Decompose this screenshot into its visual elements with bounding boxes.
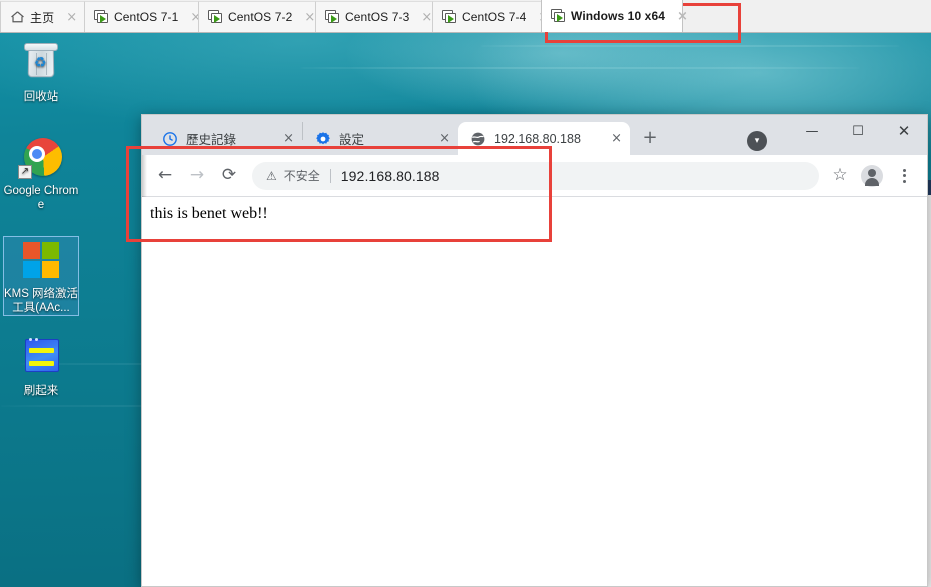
browser-tab-label: 歷史記錄 bbox=[186, 133, 237, 147]
vmware-tab-close-icon[interactable]: × bbox=[675, 10, 690, 23]
minimize-button[interactable]: — bbox=[789, 115, 835, 147]
vmware-tab-close-icon[interactable]: × bbox=[64, 11, 79, 24]
three-dots-icon bbox=[894, 168, 914, 183]
maximize-button[interactable]: ☐ bbox=[835, 115, 881, 147]
vmware-tab-label: CentOS 7-2 bbox=[228, 10, 293, 24]
security-status-label: 不安全 bbox=[283, 169, 320, 183]
desktop-icon-kms-tool[interactable]: KMS 网络激活工具(AAc... bbox=[3, 236, 79, 316]
vmware-tab-centos-7-2[interactable]: CentOS 7-2 × bbox=[198, 1, 316, 32]
virtual-machine-icon bbox=[551, 9, 566, 23]
bookmark-star-icon[interactable]: ☆ bbox=[825, 161, 855, 191]
avatar-icon bbox=[861, 164, 883, 187]
virtual-machine-icon bbox=[94, 10, 109, 24]
browser-tab-label: 設定 bbox=[339, 133, 365, 147]
globe-icon bbox=[470, 131, 486, 147]
vmware-tab-centos-7-4[interactable]: CentOS 7-4 × bbox=[432, 1, 549, 32]
virtual-machine-icon bbox=[325, 10, 340, 24]
wallpaper-highlight bbox=[300, 67, 860, 69]
browser-toolbar: ← → ⟳ ⚠ 不安全 192.168.80.188 ☆ bbox=[142, 155, 927, 197]
wallpaper-highlight bbox=[480, 45, 900, 47]
chrome-menu-button[interactable] bbox=[889, 161, 919, 191]
desktop-icon-shuaiqilai[interactable]: 刷起来 bbox=[3, 335, 79, 398]
warning-triangle-icon: ⚠ bbox=[266, 168, 277, 183]
browser-tab-settings[interactable]: 設定 × bbox=[303, 122, 458, 155]
browser-tab-label: 192.168.80.188 bbox=[494, 131, 581, 146]
vmware-tab-label: CentOS 7-3 bbox=[345, 10, 410, 24]
desktop-icon-google-chrome[interactable]: ↗ Google Chrome bbox=[3, 135, 79, 212]
close-button[interactable]: ✕ bbox=[881, 115, 927, 147]
vmware-tab-label: CentOS 7-1 bbox=[114, 10, 179, 24]
reload-button[interactable]: ⟳ bbox=[214, 161, 244, 191]
desktop-icon-label: 回收站 bbox=[23, 91, 59, 103]
history-icon bbox=[162, 131, 178, 147]
desktop-icon-label: 刷起来 bbox=[23, 385, 59, 397]
profile-avatar[interactable] bbox=[857, 161, 887, 191]
home-icon bbox=[10, 10, 25, 24]
update-chevron-icon[interactable]: ▾ bbox=[747, 131, 767, 151]
new-tab-button[interactable]: + bbox=[636, 124, 664, 152]
page-viewport: this is benet web!! bbox=[142, 197, 927, 586]
vmware-tab-label: CentOS 7-4 bbox=[462, 10, 527, 24]
virtual-machine-icon bbox=[208, 10, 223, 24]
vmware-tab-home[interactable]: 主页 × bbox=[0, 1, 85, 32]
chrome-browser-window[interactable]: 歷史記錄 × 設定 × 192.168.80.188 × + ▾ — ☐ ✕ ←… bbox=[141, 114, 928, 587]
desktop-icon-recycle-bin[interactable]: ♻ 回收站 bbox=[3, 41, 79, 104]
url-text: 192.168.80.188 bbox=[340, 167, 440, 184]
vmware-tab-centos-7-3[interactable]: CentOS 7-3 × bbox=[315, 1, 433, 32]
screen: 主页 × CentOS 7-1 × CentOS 7-2 × CentOS 7-… bbox=[0, 0, 931, 587]
toolbar-actions: ☆ bbox=[821, 161, 919, 191]
page-body-text: this is benet web!! bbox=[150, 205, 268, 222]
address-bar[interactable]: ⚠ 不安全 192.168.80.188 bbox=[252, 161, 819, 190]
app-window-icon bbox=[18, 335, 64, 381]
vmware-tab-centos-7-1[interactable]: CentOS 7-1 × bbox=[84, 1, 201, 32]
back-button[interactable]: ← bbox=[150, 161, 180, 191]
window-controls: — ☐ ✕ bbox=[789, 115, 927, 147]
chrome-icon: ↗ bbox=[18, 135, 64, 181]
recycle-bin-icon: ♻ bbox=[18, 41, 64, 87]
windows-logo-icon bbox=[18, 238, 64, 284]
desktop-icon-label: Google Chrome bbox=[3, 185, 79, 211]
virtual-machine-icon bbox=[442, 10, 457, 24]
vmware-tab-strip: 主页 × CentOS 7-1 × CentOS 7-2 × CentOS 7-… bbox=[0, 0, 931, 33]
browser-tab-history[interactable]: 歷史記錄 × bbox=[150, 122, 302, 155]
browser-tab-close-icon[interactable]: × bbox=[283, 132, 294, 145]
forward-button[interactable]: → bbox=[182, 161, 212, 191]
divider bbox=[329, 168, 331, 183]
shortcut-arrow-icon: ↗ bbox=[18, 165, 32, 179]
desktop-icon-label: KMS 网络激活工具(AAc... bbox=[3, 288, 79, 314]
browser-tab-192-168-80-188[interactable]: 192.168.80.188 × bbox=[458, 122, 630, 155]
browser-tab-close-icon[interactable]: × bbox=[611, 132, 622, 145]
settings-gear-icon bbox=[315, 131, 331, 147]
browser-tab-strip: 歷史記錄 × 設定 × 192.168.80.188 × + ▾ — ☐ ✕ bbox=[142, 115, 927, 155]
vmware-tab-label: 主页 bbox=[30, 10, 55, 25]
vmware-tab-label: Windows 10 x64 bbox=[571, 9, 665, 23]
vmware-tab-windows-10-x64[interactable]: Windows 10 x64 × bbox=[541, 0, 688, 32]
browser-tab-close-icon[interactable]: × bbox=[439, 132, 450, 145]
